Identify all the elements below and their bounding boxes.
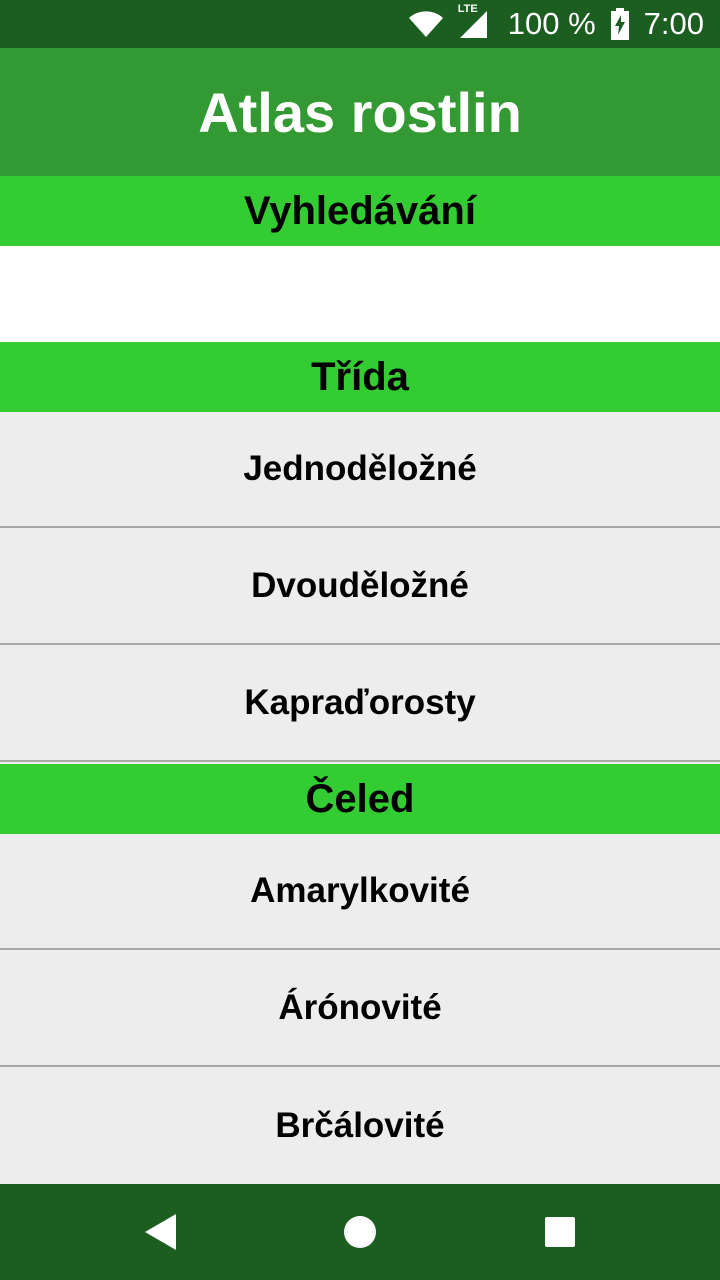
app-title: Atlas rostlin bbox=[198, 80, 522, 144]
signal-icon: LTE bbox=[458, 3, 488, 39]
list-item-class[interactable]: Kapraďorosty bbox=[0, 646, 720, 762]
recents-icon[interactable] bbox=[536, 1208, 584, 1256]
list-item-class[interactable]: Dvouděložné bbox=[0, 529, 720, 645]
navigation-bar bbox=[0, 1184, 720, 1280]
search-input[interactable] bbox=[0, 246, 720, 342]
search-section-header: Vyhledávání bbox=[0, 176, 720, 246]
network-type-label: LTE bbox=[457, 3, 478, 15]
home-icon[interactable] bbox=[336, 1208, 384, 1256]
search-area[interactable] bbox=[0, 246, 720, 342]
app-bar: Atlas rostlin bbox=[0, 48, 720, 176]
family-section-header: Čeled bbox=[0, 764, 720, 834]
class-section-header: Třída bbox=[0, 342, 720, 412]
list-item-family[interactable]: Árónovité bbox=[0, 951, 720, 1067]
list-item-family[interactable]: Brčálovité bbox=[0, 1068, 720, 1184]
list-item-family[interactable]: Amarylkovité bbox=[0, 834, 720, 950]
battery-charging-icon bbox=[610, 8, 630, 40]
status-bar: LTE 100 % 7:00 bbox=[0, 0, 720, 48]
battery-percentage: 100 % bbox=[507, 6, 596, 41]
back-icon[interactable] bbox=[136, 1208, 184, 1256]
clock: 7:00 bbox=[643, 6, 704, 41]
wifi-icon bbox=[408, 10, 444, 38]
list-item-class[interactable]: Jednoděložné bbox=[0, 412, 720, 528]
